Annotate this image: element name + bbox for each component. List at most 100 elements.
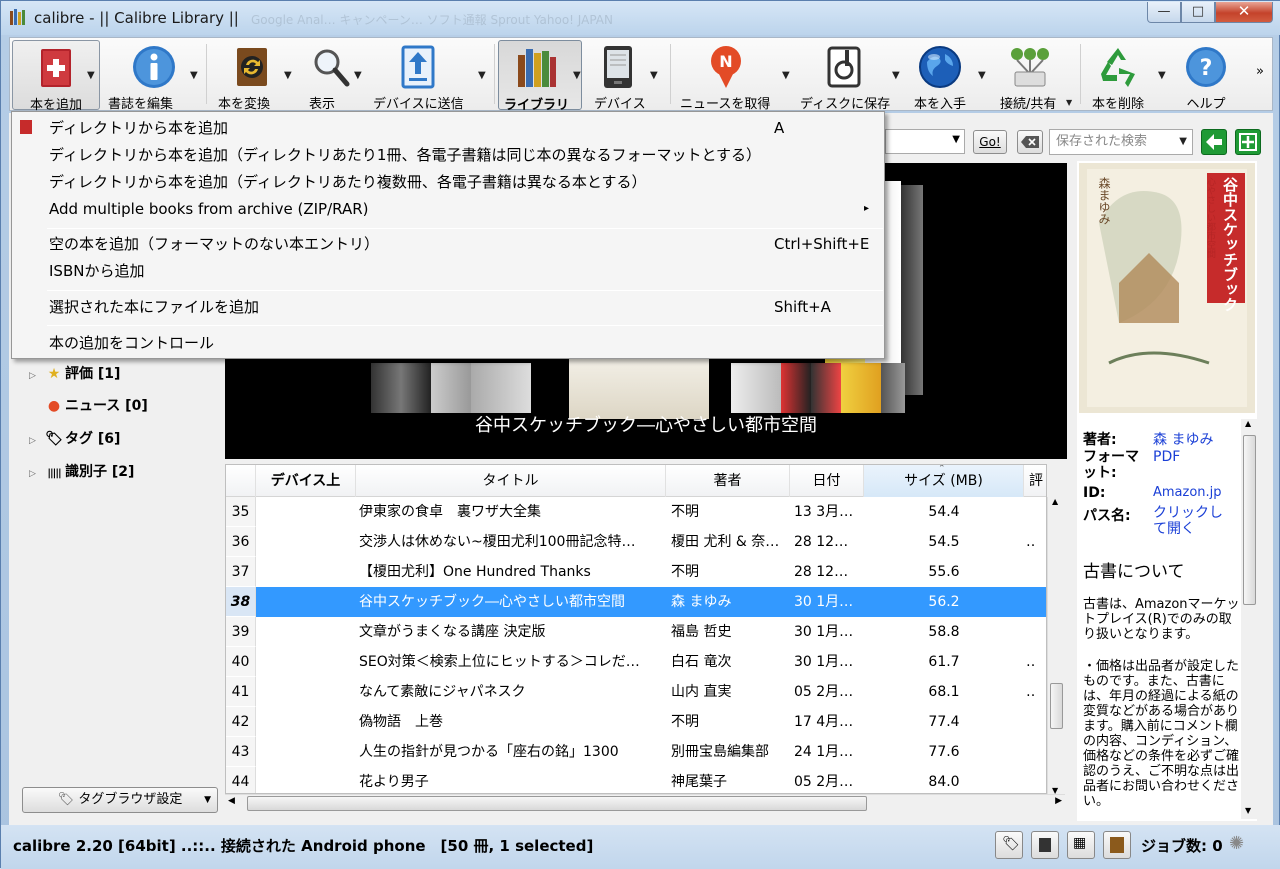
maximize-button[interactable]: □ (1181, 2, 1215, 23)
cell-rating (1026, 617, 1046, 647)
menu-item-add-empty-book[interactable]: 空の本を追加（フォーマットのない本エントリ） Ctrl+Shift+E (12, 231, 884, 257)
minimize-button[interactable]: — (1147, 2, 1181, 23)
menu-item-add-from-directory[interactable]: ディレクトリから本を追加 A (12, 115, 884, 141)
remove-books-button[interactable]: 本を削除 ▼ (1084, 40, 1170, 112)
table-horizontal-scrollbar[interactable]: ◀ ▶ (225, 794, 1065, 812)
table-row[interactable]: 35 伊東家の食卓 裏ワザ大全集 不明 13 3月… 54.4 (226, 497, 1046, 527)
table-vertical-scrollbar[interactable]: ▲ ▼ (1047, 497, 1065, 795)
cover-flow-book (371, 363, 431, 413)
column-header-title[interactable]: タイトル (356, 465, 666, 497)
cell-size: 54.4 (928, 504, 960, 520)
fetch-news-button[interactable]: N ニュースを取得 ▼ (674, 40, 796, 112)
cover-browser-toggle-button[interactable] (1103, 831, 1131, 859)
vertical-scroll-thumb[interactable] (1050, 683, 1063, 729)
edit-metadata-button[interactable]: 書誌を編集 ▼ (102, 40, 206, 112)
book-details-toggle-button[interactable] (1031, 831, 1059, 859)
menu-item-shortcut: A (774, 119, 785, 137)
table-row[interactable]: 37 【榎田尤利】One Hundred Thanks 不明 28 12… 55.6 (226, 557, 1046, 587)
scroll-right-arrow-icon[interactable]: ▶ (1055, 796, 1062, 806)
menu-item-add-from-isbn[interactable]: ISBNから追加 (12, 258, 884, 284)
table-row[interactable]: 39 文章がうまくなる講座 決定版 福島 哲史 30 1月… 58.8 (226, 617, 1046, 647)
expand-arrow-icon[interactable]: ▷ (29, 436, 43, 446)
window-title: calibre - || Calibre Library || (34, 9, 239, 27)
table-row[interactable]: 42 偽物語 上巻 不明 17 4月… 77.4 (226, 707, 1046, 737)
format-pdf-link[interactable]: PDF (1153, 449, 1180, 465)
main-toolbar: 本を追加 ▼ 書誌を編集 ▼ 本を変換 ▼ 表示 ▼ デバイスに送信 ▼ ライブ… (9, 37, 1273, 113)
add-books-menu: ディレクトリから本を追加 A ディレクトリから本を追加（ディレクトリあたり1冊、各… (11, 111, 885, 359)
jobs-count[interactable]: ジョブ数: 0 (1141, 835, 1223, 856)
row-number: 38 (226, 587, 256, 617)
menu-item-label: 本の追加をコントロール (49, 334, 215, 352)
book-details-icon (1039, 838, 1051, 852)
scroll-up-arrow-icon[interactable]: ▲ (1052, 497, 1058, 506)
help-button[interactable]: ? ヘルプ (1174, 40, 1238, 112)
cover-grid-toggle-button[interactable]: ▦ (1067, 831, 1095, 859)
tag-browser-toggle-button[interactable]: 🏷 (995, 831, 1023, 859)
expand-arrow-icon[interactable]: ▷ (29, 469, 43, 479)
cover-flow-title: 谷中スケッチブック―心やさしい都市空間 (475, 415, 817, 436)
cell-rating (1026, 737, 1046, 767)
table-row[interactable]: 38 谷中スケッチブック―心やさしい都市空間 森 まゆみ 30 1月… 56.2 (226, 587, 1046, 617)
scroll-left-arrow-icon[interactable]: ◀ (228, 796, 235, 806)
save-to-disk-button[interactable]: ディスクに保存 ▼ (798, 40, 906, 112)
scroll-up-arrow-icon[interactable]: ▲ (1245, 419, 1251, 428)
menu-item-add-files-to-selected[interactable]: 選択された本にファイルを追加 Shift+A (12, 294, 884, 320)
manage-saved-searches-button[interactable] (1235, 129, 1261, 155)
toolbar-overflow-button[interactable]: » (1256, 64, 1264, 79)
menu-item-add-from-archive[interactable]: Add multiple books from archive (ZIP/RAR… (12, 196, 884, 222)
cell-size: 54.5 (928, 534, 960, 550)
column-header-size[interactable]: ⌃ サイズ (MB) (864, 465, 1024, 497)
menu-item-add-multiple-per-directory[interactable]: ディレクトリから本を追加（ディレクトリあたり複数冊、各電子書籍は異なる本とする） (12, 169, 884, 195)
toolbar-separator (494, 44, 495, 104)
library-button[interactable]: ライブラリ (498, 40, 582, 113)
table-row[interactable]: 40 SEO対策＜検索上位にヒットする＞コレだ… 白石 竜次 30 1月… 61.7 ‥ (226, 647, 1046, 677)
search-go-button[interactable]: Go! (973, 130, 1007, 154)
search-input[interactable]: ▼ (885, 129, 965, 154)
author-link[interactable]: 森 まゆみ (1153, 429, 1213, 449)
column-header-device[interactable]: デバイス上 (256, 465, 356, 497)
details-scrollbar[interactable]: ▲ ▼ (1241, 419, 1259, 819)
send-to-device-button[interactable]: デバイスに送信 ▼ (368, 40, 492, 112)
scroll-down-arrow-icon[interactable]: ▼ (1245, 806, 1251, 815)
connect-share-button[interactable]: 接続/共有 ▼ (996, 40, 1080, 112)
fetch-news-label: ニュースを取得 (680, 97, 771, 112)
cell-size: 84.0 (928, 774, 960, 790)
library-dropdown[interactable]: ▼ (572, 40, 586, 110)
open-folder-link[interactable]: クリックして開く (1153, 505, 1233, 537)
column-header-author[interactable]: 著者 (666, 465, 790, 497)
dropdown-arrow-icon: ▼ (650, 70, 658, 81)
help-icon: ? (1186, 47, 1226, 87)
star-icon: ★ (47, 366, 61, 382)
tag-browser-item-identifiers[interactable]: ▷ ||||| 識別子 [2] (29, 461, 134, 485)
table-row[interactable]: 41 なんて素敵にジャパネスク 山内 直実 05 2月… 68.1 ‥ (226, 677, 1046, 707)
cell-size: 61.7 (928, 654, 960, 670)
view-button[interactable]: 表示 ▼ (296, 40, 366, 112)
vertical-scroll-thumb[interactable] (1243, 435, 1256, 605)
table-row[interactable]: 36 交渉人は休めない~榎田尤利100冊記念特… 榎田 尤利 & 奈… 28 12… 5… (226, 527, 1046, 557)
add-books-dropdown[interactable]: ▼ (84, 40, 100, 110)
get-books-button[interactable]: 本を入手 ▼ (908, 40, 992, 112)
device-button[interactable]: デバイス ▼ (588, 40, 664, 112)
cell-author: 榎田 尤利 & 奈… (671, 534, 780, 550)
column-header-date[interactable]: 日付 (790, 465, 864, 497)
table-row[interactable]: 44 花より男子 神尾葉子 05 2月… 84.0 (226, 767, 1046, 793)
tag-browser-item-rating[interactable]: ▷ ★ 評価 [1] (29, 363, 120, 387)
convert-books-button[interactable]: 本を変換 ▼ (210, 40, 294, 112)
column-header-rating[interactable]: 評 (1024, 465, 1046, 497)
tag-browser-item-tags[interactable]: ▷ 🏷 タグ [6] (29, 428, 120, 452)
tag-browser-item-news[interactable]: ● ニュース [0] (29, 395, 148, 419)
menu-item-control-adding[interactable]: 本の追加をコントロール (12, 330, 884, 356)
cell-rating (1026, 497, 1046, 527)
menu-item-add-one-per-directory[interactable]: ディレクトリから本を追加（ディレクトリあたり1冊、各電子書籍は同じ本の異なるフォ… (12, 142, 884, 168)
save-search-button[interactable] (1201, 129, 1227, 155)
tag-browser-item-label: ニュース [0] (65, 398, 148, 414)
saved-search-combo[interactable]: 保存された検索 ▼ (1049, 129, 1193, 155)
table-row[interactable]: 43 人生の指針が見つかる「座右の銘」1300 別冊宝島編集部 24 1月… 77.6 (226, 737, 1046, 767)
expand-arrow-icon[interactable]: ▷ (29, 371, 43, 381)
identifier-link[interactable]: Amazon.jp (1153, 485, 1222, 500)
horizontal-scroll-thumb[interactable] (247, 796, 867, 811)
tag-browser-config-button[interactable]: 🏷 タグブラウザ設定 ▼ (22, 787, 218, 813)
close-button[interactable]: ✕ (1215, 2, 1273, 23)
clear-search-button[interactable] (1017, 130, 1043, 154)
edit-metadata-label: 書誌を編集 (108, 97, 174, 112)
